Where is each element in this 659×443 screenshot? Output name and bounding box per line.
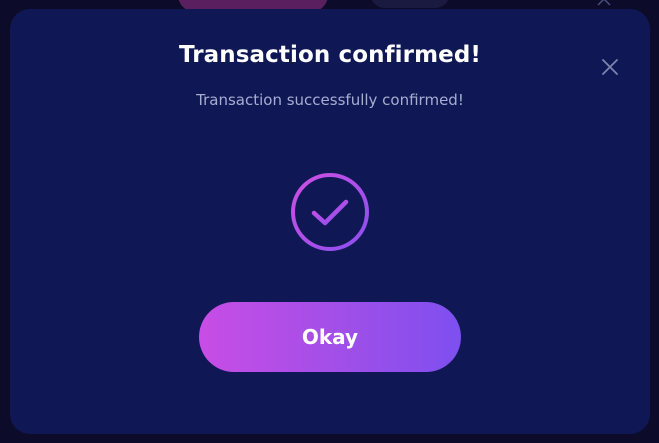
modal-title: Transaction confirmed! bbox=[178, 42, 482, 68]
close-icon bbox=[602, 59, 618, 75]
background-tab-unstake bbox=[370, 0, 450, 8]
background-close-icon bbox=[597, 0, 611, 6]
transaction-confirmed-modal: Transaction confirmed! Transaction succe… bbox=[10, 9, 650, 434]
okay-button[interactable]: Okay bbox=[199, 302, 461, 372]
close-button[interactable] bbox=[600, 57, 620, 77]
check-circle-icon bbox=[291, 173, 369, 251]
modal-subtitle: Transaction successfully confirmed! bbox=[196, 91, 464, 109]
